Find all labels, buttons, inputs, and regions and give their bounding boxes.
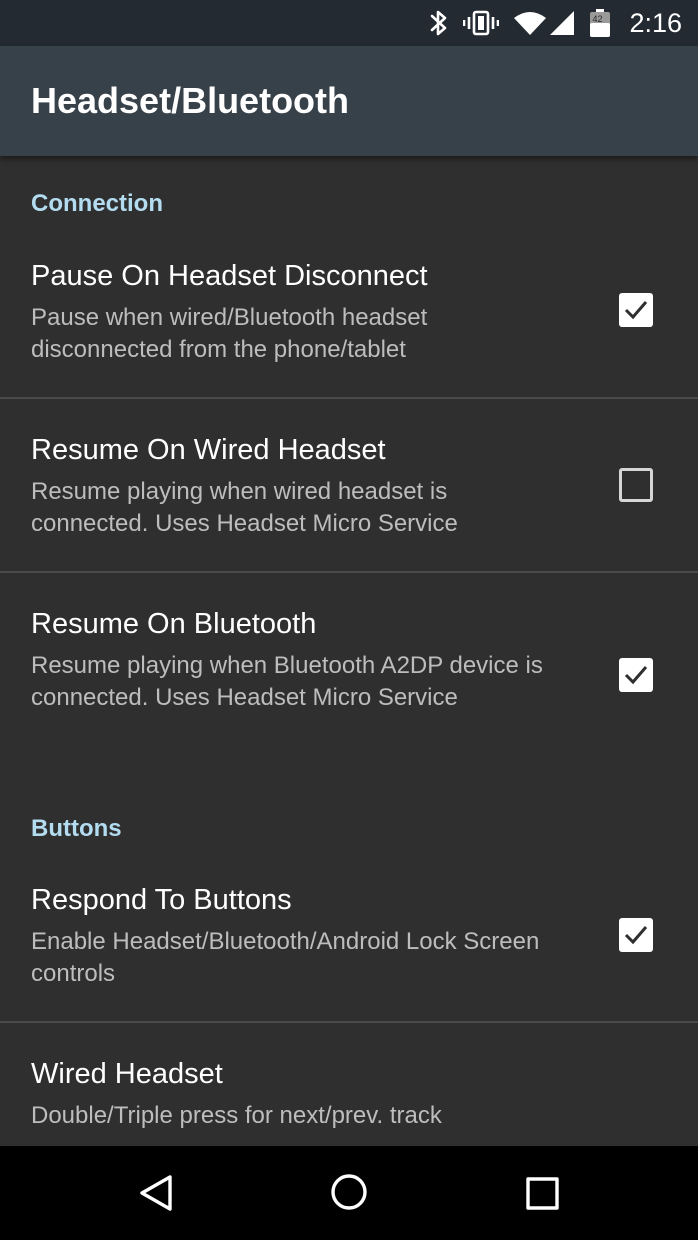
- checkmark-icon: [624, 301, 648, 320]
- navigation-bar: [0, 1146, 698, 1240]
- battery-icon: 42: [589, 8, 611, 38]
- bluetooth-icon: [429, 9, 449, 37]
- back-button[interactable]: [138, 1173, 174, 1218]
- pref-title: Wired Headset: [31, 1058, 223, 1090]
- home-button[interactable]: [329, 1172, 369, 1217]
- pref-summary: Enable Headset/Bluetooth/Android Lock Sc…: [31, 928, 540, 987]
- cell-signal-icon: [550, 11, 575, 35]
- pref-summary: Pause when wired/Bluetooth headset disco…: [31, 304, 428, 363]
- pref-title: Pause On Headset Disconnect: [31, 260, 428, 292]
- divider: [0, 1021, 698, 1023]
- resume-on-bluetooth-checkbox[interactable]: [619, 658, 653, 692]
- status-clock: 2:16: [629, 7, 682, 38]
- category-header-buttons: Buttons: [31, 815, 122, 842]
- status-icons: 42 2:16: [429, 0, 682, 46]
- pref-summary: Resume playing when wired headset is con…: [31, 478, 458, 537]
- settings-list[interactable]: Connection Pause On Headset Disconnect P…: [0, 156, 698, 1146]
- app-bar: Headset/Bluetooth: [0, 46, 698, 156]
- pref-resume-on-bluetooth[interactable]: Resume On Bluetooth Resume playing when …: [0, 608, 698, 768]
- resume-on-wired-checkbox[interactable]: [619, 468, 653, 502]
- pref-wired-headset[interactable]: Wired Headset Double/Triple press for ne…: [0, 1058, 698, 1146]
- pref-pause-on-headset-disconnect[interactable]: Pause On Headset Disconnect Pause when w…: [0, 260, 698, 396]
- status-bar: 42 2:16: [0, 0, 698, 46]
- pref-summary: Double/Triple press for next/prev. track: [31, 1102, 442, 1129]
- vibrate-icon: [463, 10, 500, 36]
- wifi-icon: [513, 10, 575, 36]
- divider: [0, 571, 698, 573]
- battery-level: 42: [592, 14, 603, 24]
- back-icon: [140, 1175, 172, 1211]
- checkmark-icon: [624, 666, 648, 685]
- pref-title: Resume On Wired Headset: [31, 434, 386, 466]
- category-header-connection: Connection: [31, 190, 163, 217]
- pref-summary: Resume playing when Bluetooth A2DP devic…: [31, 652, 543, 711]
- recents-icon: [526, 1177, 559, 1210]
- divider: [0, 397, 698, 399]
- pref-resume-on-wired-headset[interactable]: Resume On Wired Headset Resume playing w…: [0, 434, 698, 570]
- respond-to-buttons-checkbox[interactable]: [619, 918, 653, 952]
- recents-button[interactable]: [526, 1177, 560, 1216]
- checkmark-icon: [624, 926, 648, 945]
- pref-respond-to-buttons[interactable]: Respond To Buttons Enable Headset/Blueto…: [0, 884, 698, 1020]
- pref-title: Respond To Buttons: [31, 884, 292, 916]
- home-icon: [331, 1174, 367, 1210]
- pref-title: Resume On Bluetooth: [31, 608, 317, 640]
- page-title: Headset/Bluetooth: [31, 80, 350, 121]
- pause-on-disconnect-checkbox[interactable]: [619, 293, 653, 327]
